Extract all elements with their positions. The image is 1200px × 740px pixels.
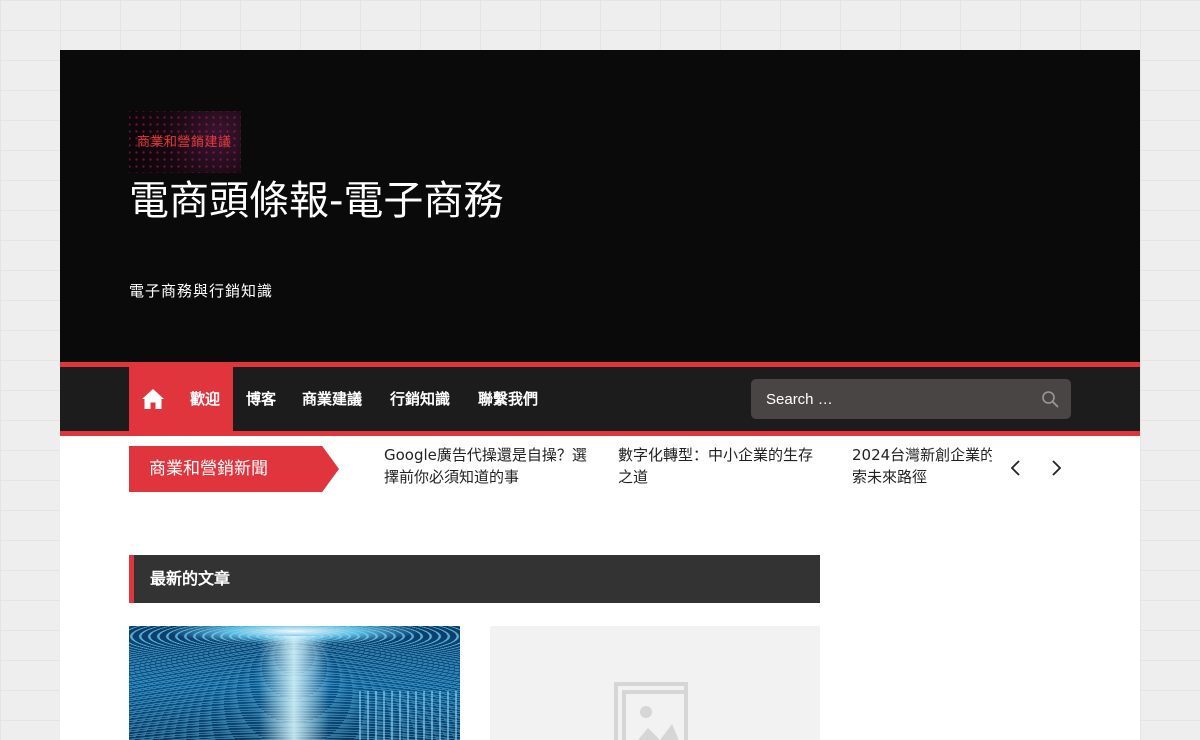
ticker-items: Google廣告代操還是自操？選擇前你必須知道的事 數字化轉型：中小企業的生存之… [384,444,992,494]
news-ticker: 商業和營銷新聞 Google廣告代操還是自操？選擇前你必須知道的事 數字化轉型：… [60,436,1140,516]
nav-item-marketing-knowledge[interactable]: 行銷知識 [390,367,450,431]
search-box [751,379,1071,419]
home-icon [142,389,164,409]
nav-item-contact-us[interactable]: 聯繫我們 [478,367,538,431]
site-tagline: 電子商務與行銷知識 [129,282,274,300]
ticker-item[interactable]: 數字化轉型：中小企業的生存之道 [618,444,823,488]
site-header: 商業和營銷建議 電商頭條報-電子商務 電子商務與行銷知識 [60,50,1140,362]
site-title[interactable]: 電商頭條報-電子商務 [129,173,509,229]
post-thumbnail[interactable] [129,626,460,740]
nav-item-business-advice[interactable]: 商業建議 [302,367,362,431]
logo-text: 商業和營銷建議 [137,135,232,150]
post-thumbnail-placeholder[interactable] [490,626,820,740]
nav-item-welcome[interactable]: 歡迎 [190,367,220,431]
ticker-label: 商業和營銷新聞 [129,446,339,492]
ticker-item[interactable]: 2024台灣新創企業的機遇：探索未來路徑 [852,444,992,488]
ticker-item[interactable]: Google廣告代操還是自操？選擇前你必須知道的事 [384,444,589,488]
nav-item-blog[interactable]: 博客 [246,367,276,431]
search-input[interactable] [751,379,1031,419]
page: 商業和營銷建議 電商頭條報-電子商務 電子商務與行銷知識 歡迎 博客 商業建議 … [60,50,1140,740]
main-navigation: 歡迎 博客 商業建議 行銷知識 聯繫我們 [60,362,1140,436]
nav-item-home[interactable]: 歡迎 [129,367,233,431]
site-logo[interactable]: 商業和營銷建議 [129,111,241,173]
chevron-right-icon[interactable] [1049,458,1063,478]
search-icon[interactable] [1041,390,1059,408]
latest-posts-heading: 最新的文章 [129,555,820,603]
chevron-left-icon[interactable] [1009,458,1023,478]
image-placeholder-icon [614,682,688,740]
